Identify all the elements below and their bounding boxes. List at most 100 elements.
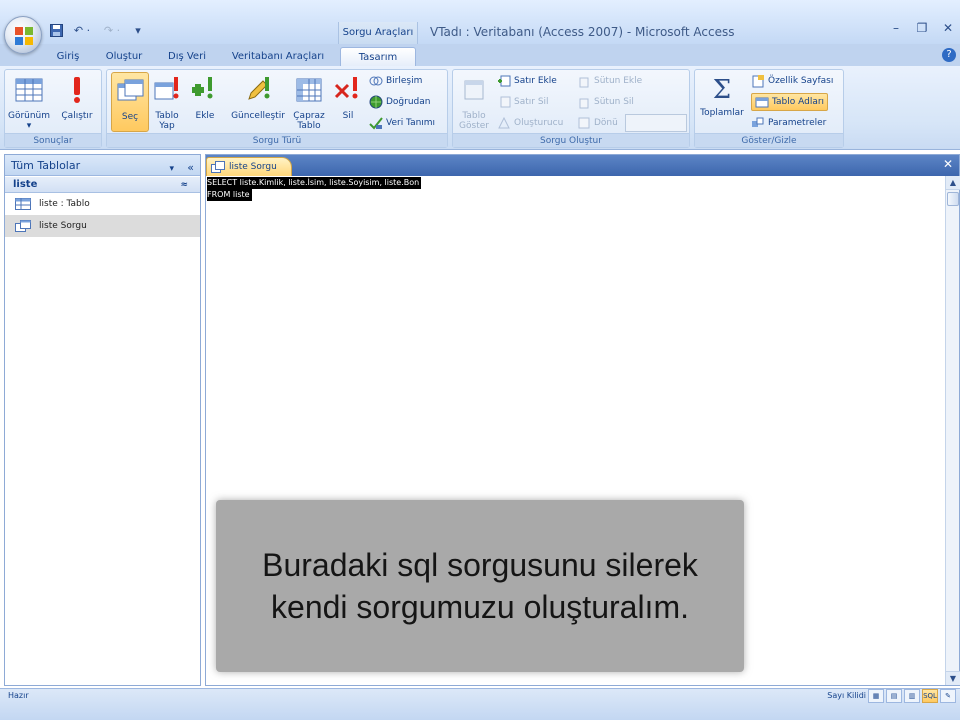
nav-item-label: liste Sorgu (39, 221, 87, 231)
tab-home[interactable]: Giriş (50, 47, 86, 66)
delete-rows-button[interactable]: Satır Sil (497, 93, 549, 111)
builder-label: Oluşturucu (514, 118, 564, 128)
show-table-icon (464, 80, 484, 100)
delete-columns-icon (579, 98, 589, 109)
group-query-type-label: Sorgu Türü (107, 133, 447, 147)
append-button[interactable]: Ekle (187, 72, 223, 132)
pass-through-button[interactable]: Doğrudan (369, 93, 431, 111)
group-query-setup-label: Sorgu Oluştur (453, 133, 689, 147)
delete-columns-button[interactable]: Sütun Sil (577, 93, 634, 111)
select-query-button[interactable]: Seç (111, 72, 149, 132)
insert-rows-label: Satır Ekle (514, 76, 557, 86)
show-table-button[interactable]: Tablo Göster (455, 72, 493, 132)
table-names-label: Tablo Adları (772, 97, 825, 107)
context-tab-label: Sorgu Araçları (338, 22, 418, 44)
scroll-up-icon[interactable]: ▲ (946, 176, 960, 190)
totals-label: Toplamlar (700, 108, 744, 118)
append-label: Ekle (195, 111, 215, 121)
table-names-button[interactable]: Tablo Adları (751, 93, 829, 111)
nav-item-liste-query[interactable]: liste Sorgu (5, 215, 200, 237)
window-title: VTadı : Veritabanı (Access 2007) - Micro… (430, 25, 735, 39)
scroll-down-icon[interactable]: ▼ (946, 671, 960, 685)
run-label: Çalıştır (61, 111, 93, 121)
pivot-table-view-icon[interactable]: ▤ (886, 689, 902, 703)
help-icon[interactable]: ? (942, 48, 956, 62)
caption-line-2: kendi sorgumuzu oluşturalım. (271, 589, 689, 625)
tab-external-data[interactable]: Dış Veri (162, 47, 212, 66)
view-switcher: ▦ ▤ ▥ SQL ✎ (868, 689, 956, 703)
update-button[interactable]: Güncelleştir (227, 72, 289, 132)
property-sheet-label: Özellik Sayfası (768, 76, 834, 86)
delete-rows-icon (500, 96, 511, 108)
nav-group-header[interactable]: liste ≈ (5, 177, 200, 193)
return-icon (578, 117, 590, 129)
collapse-group-icon[interactable]: ≈ (180, 177, 188, 193)
restore-button[interactable]: ❐ (916, 20, 928, 36)
document-tab-label: liste Sorgu (229, 162, 277, 172)
globe-icon (369, 95, 383, 109)
sql-view-button[interactable]: SQL (922, 689, 938, 703)
close-button[interactable]: ✕ (942, 20, 954, 36)
close-document-icon[interactable]: ✕ (943, 157, 953, 171)
update-pencil-icon (248, 77, 270, 100)
delete-rows-label: Satır Sil (514, 97, 549, 107)
tab-design[interactable]: Tasarım (340, 47, 416, 66)
delete-columns-label: Sütun Sil (594, 97, 634, 107)
union-button[interactable]: Birleşim (369, 72, 422, 90)
make-table-label-2: Yap (159, 121, 175, 131)
insert-rows-icon (498, 75, 511, 87)
insert-columns-icon (579, 77, 589, 88)
datasheet-view-icon (15, 78, 43, 102)
show-table-label-2: Göster (459, 121, 489, 131)
sql-editor[interactable]: SELECT liste.Kimlik, liste.İsim, liste.S… (207, 177, 455, 201)
datasheet-view-icon[interactable]: ▦ (868, 689, 884, 703)
design-view-icon[interactable]: ✎ (940, 689, 956, 703)
group-results: Görünüm ▾ Çalıştır Sonuçlar (4, 69, 102, 148)
insert-columns-button[interactable]: Sütun Ekle (577, 72, 642, 90)
save-icon[interactable] (48, 22, 64, 38)
tab-database-tools[interactable]: Veritabanı Araçları (226, 47, 330, 66)
parameters-button[interactable]: Parametreler (751, 114, 826, 132)
totals-button[interactable]: Σ Toplamlar (697, 72, 747, 132)
run-button[interactable]: Çalıştır (55, 72, 99, 132)
redo-button[interactable]: ↷ · (100, 22, 124, 38)
crosstab-button[interactable]: Çapraz Tablo (291, 72, 327, 132)
nav-group-title: liste (13, 179, 38, 190)
query-icon (15, 220, 31, 232)
pass-through-label: Doğrudan (386, 97, 431, 107)
delete-query-button[interactable]: Sil (331, 72, 365, 132)
minimize-button[interactable]: – (890, 20, 902, 36)
select-query-icon (117, 79, 144, 101)
undo-button[interactable]: ↶ · (70, 22, 94, 38)
union-label: Birleşim (386, 76, 423, 86)
parameters-label: Parametreler (768, 118, 827, 128)
office-button[interactable] (4, 16, 42, 54)
scroll-thumb[interactable] (947, 192, 959, 206)
group-results-label: Sonuçlar (5, 133, 101, 147)
tab-create[interactable]: Oluştur (100, 47, 148, 66)
vertical-scrollbar[interactable]: ▲ ▼ (945, 176, 960, 685)
return-combo[interactable] (625, 114, 687, 132)
property-sheet-icon (752, 75, 764, 88)
navigation-pane: Tüm Tablolar ▾ « liste ≈ liste : Tablo l… (4, 154, 201, 686)
make-table-button[interactable]: Tablo Yap (151, 72, 183, 132)
view-button[interactable]: Görünüm ▾ (7, 72, 51, 132)
nav-header-title: Tüm Tablolar (11, 159, 81, 172)
view-label: Görünüm (7, 111, 51, 121)
delete-query-label: Sil (342, 111, 354, 121)
nav-header[interactable]: Tüm Tablolar ▾ « (5, 155, 200, 176)
group-show-hide: Σ Toplamlar Özellik Sayfası Tablo Adları… (694, 69, 844, 148)
builder-button[interactable]: Oluşturucu (497, 114, 563, 132)
return-button[interactable]: Dönü (577, 114, 618, 132)
nav-item-liste-table[interactable]: liste : Tablo (5, 193, 200, 215)
shutter-bar-icon[interactable]: « (187, 157, 194, 178)
nav-item-label: liste : Tablo (39, 199, 90, 209)
data-definition-button[interactable]: Veri Tanımı (369, 114, 435, 132)
group-query-setup: Tablo Göster Satır Ekle Satır Sil Oluştu… (452, 69, 690, 148)
customize-qat-icon[interactable]: ▾ (130, 22, 146, 38)
insert-rows-button[interactable]: Satır Ekle (497, 72, 557, 90)
document-tab-liste-sorgu[interactable]: liste Sorgu (206, 157, 292, 176)
property-sheet-button[interactable]: Özellik Sayfası (751, 72, 833, 90)
office-logo-icon (15, 27, 33, 45)
pivot-chart-view-icon[interactable]: ▥ (904, 689, 920, 703)
